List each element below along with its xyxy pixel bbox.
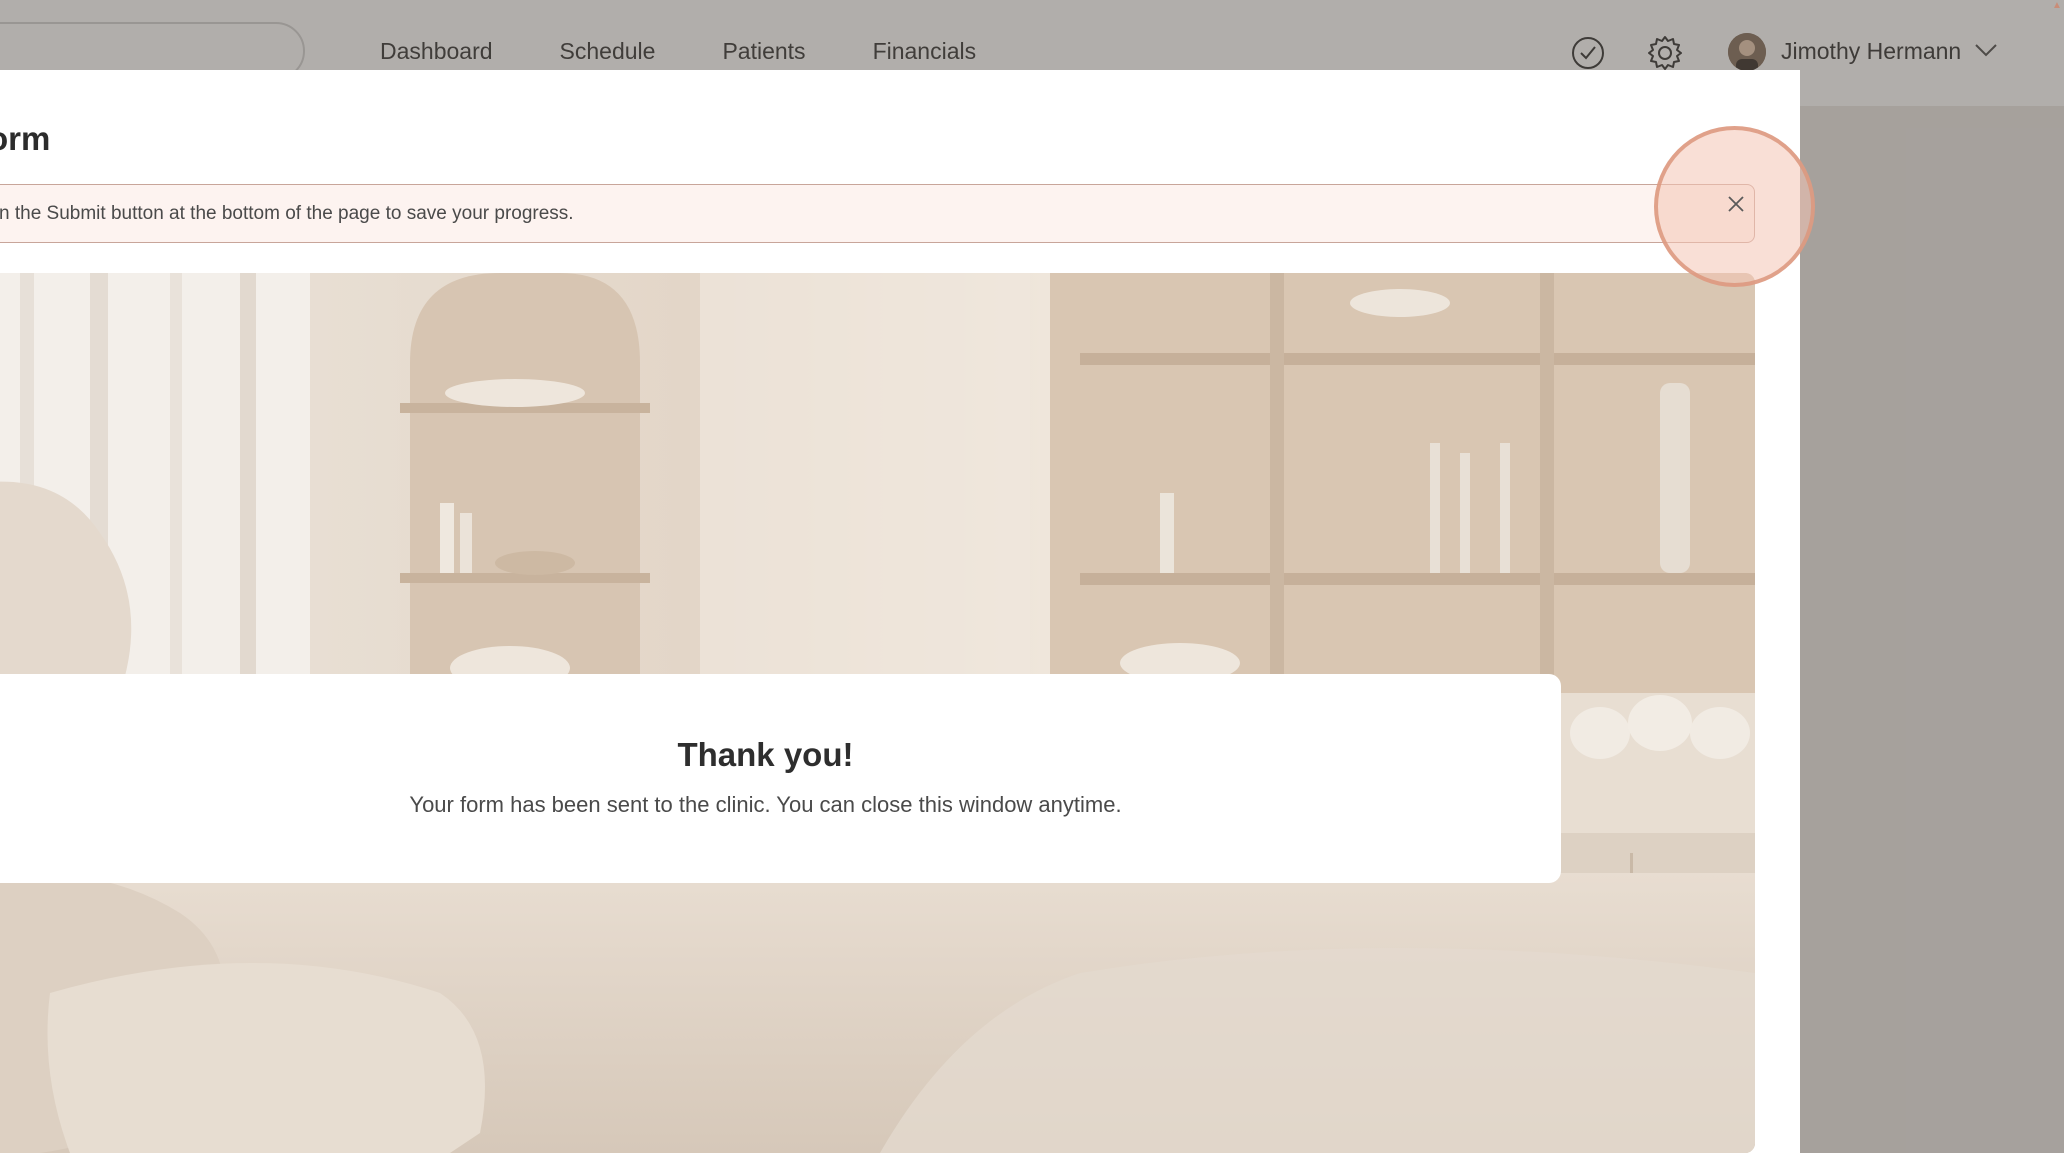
modal-title: orm: [0, 120, 51, 157]
close-icon: [1726, 194, 1746, 219]
close-button[interactable]: [1714, 184, 1758, 228]
save-progress-notice: n the Submit button at the bottom of the…: [0, 184, 1755, 243]
thank-you-card: Thank you! Your form has been sent to th…: [0, 674, 1561, 883]
notice-text: n the Submit button at the bottom of the…: [0, 203, 574, 224]
scroll-up-arrow-icon[interactable]: ▲: [2052, 0, 2062, 11]
thank-you-title: Thank you!: [677, 736, 854, 773]
thank-you-message: Your form has been sent to the clinic. Y…: [409, 792, 1122, 817]
form-modal: orm n the Submit button at the bottom of…: [0, 70, 1815, 1153]
